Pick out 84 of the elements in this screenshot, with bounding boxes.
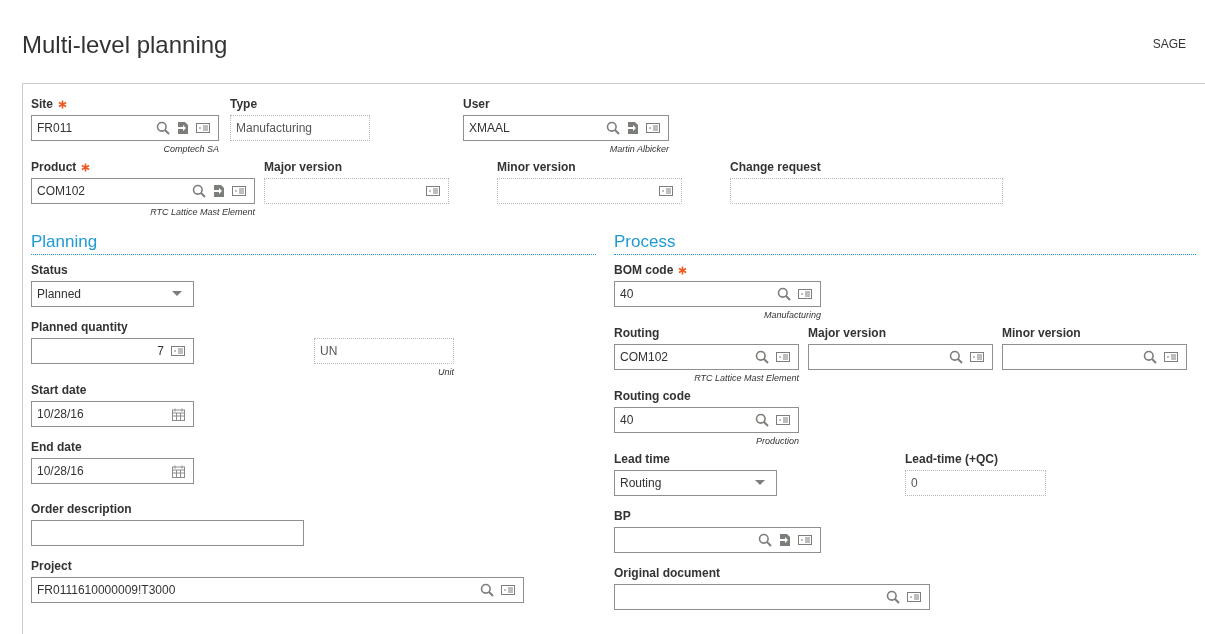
input-field[interactable]: 40 — [614, 281, 821, 307]
input-field[interactable]: XMAAL — [463, 115, 669, 141]
input-field[interactable] — [614, 527, 821, 553]
field-label: End date — [31, 440, 82, 454]
section-title: Process — [614, 232, 1196, 255]
detail-icon[interactable] — [501, 584, 515, 596]
field-label: Status — [31, 263, 68, 277]
input-field[interactable] — [31, 520, 304, 546]
input-field[interactable] — [808, 344, 993, 370]
field-label: Type — [230, 97, 258, 111]
detail-icon[interactable] — [171, 345, 185, 357]
field-label: User — [463, 97, 490, 111]
search-icon[interactable] — [156, 121, 170, 135]
detail-icon[interactable] — [776, 351, 790, 363]
caret-icon[interactable] — [172, 291, 182, 297]
field-label: Lead-time (+QC) — [905, 452, 998, 466]
search-icon[interactable] — [758, 533, 772, 547]
dropdown[interactable]: Planned — [31, 281, 194, 307]
search-icon[interactable] — [777, 287, 791, 301]
user-label: SAGE — [1152, 37, 1186, 51]
detail-icon[interactable] — [798, 288, 812, 300]
calendar-icon[interactable] — [172, 407, 185, 421]
search-icon[interactable] — [480, 583, 494, 597]
search-icon[interactable] — [192, 184, 206, 198]
field-label: Minor version — [497, 160, 576, 174]
jump-icon[interactable] — [779, 533, 791, 547]
field-note: Manufacturing — [763, 309, 821, 321]
search-icon[interactable] — [755, 413, 769, 427]
field-note: Unit — [438, 366, 454, 378]
jump-icon[interactable] — [213, 184, 225, 198]
field-label: Routing — [614, 326, 660, 340]
input-field[interactable] — [1002, 344, 1187, 370]
search-icon[interactable] — [1143, 350, 1157, 364]
field-label: Planned quantity — [31, 320, 128, 334]
detail-icon[interactable] — [646, 122, 660, 134]
input-field[interactable]: 40 — [614, 407, 799, 433]
page-title: Multi-level planning — [22, 31, 228, 59]
required-icon — [58, 99, 67, 109]
field-label: Change request — [730, 160, 821, 174]
field-label: Routing code — [614, 389, 691, 403]
field-label: Minor version — [1002, 326, 1081, 340]
caret-icon[interactable] — [755, 480, 765, 486]
field-note: RTC Lattice Mast Element — [694, 372, 799, 384]
field-note: Comptech SA — [163, 143, 219, 155]
field-note: RTC Lattice Mast Element — [150, 206, 255, 218]
input-field[interactable]: 10/28/16 — [31, 458, 194, 484]
search-icon[interactable] — [949, 350, 963, 364]
jump-icon[interactable] — [177, 121, 189, 135]
section-title: Planning — [31, 232, 596, 255]
input-field[interactable] — [614, 584, 930, 610]
field-note: Martin Albicker — [609, 143, 669, 155]
detail-icon[interactable] — [232, 185, 246, 197]
input-field[interactable]: 10/28/16 — [31, 401, 194, 427]
input-field[interactable]: COM102 — [614, 344, 799, 370]
detail-icon[interactable] — [776, 414, 790, 426]
field-label: Major version — [808, 326, 887, 340]
detail-icon[interactable] — [196, 122, 210, 134]
calendar-icon[interactable] — [172, 464, 185, 478]
field-label: Order description — [31, 502, 132, 516]
field-label: Product — [31, 160, 77, 174]
dropdown[interactable]: Routing — [614, 470, 777, 496]
field-label: Original document — [614, 566, 720, 580]
field-label: Major version — [264, 160, 343, 174]
search-icon[interactable] — [886, 590, 900, 604]
field-note: Production — [755, 435, 799, 447]
jump-icon[interactable] — [627, 121, 639, 135]
detail-icon[interactable] — [798, 534, 812, 546]
detail-icon[interactable] — [907, 591, 921, 603]
input-field[interactable]: COM102 — [31, 178, 255, 204]
detail-icon[interactable] — [970, 351, 984, 363]
input-field[interactable]: FR011 — [31, 115, 219, 141]
field-label: Project — [31, 559, 72, 573]
required-icon — [678, 265, 688, 275]
search-icon[interactable] — [755, 350, 769, 364]
field-label: Start date — [31, 383, 87, 397]
search-icon[interactable] — [606, 121, 620, 135]
input-field[interactable]: FR0111610000009!T3000 — [31, 577, 524, 603]
input-field[interactable]: 7 — [31, 338, 194, 364]
field-label: BOM code — [614, 263, 674, 277]
field-label: BP — [614, 509, 631, 523]
field-label: Site — [31, 97, 53, 111]
detail-icon[interactable] — [1164, 351, 1178, 363]
required-icon — [81, 162, 91, 172]
field-label: Lead time — [614, 452, 670, 466]
